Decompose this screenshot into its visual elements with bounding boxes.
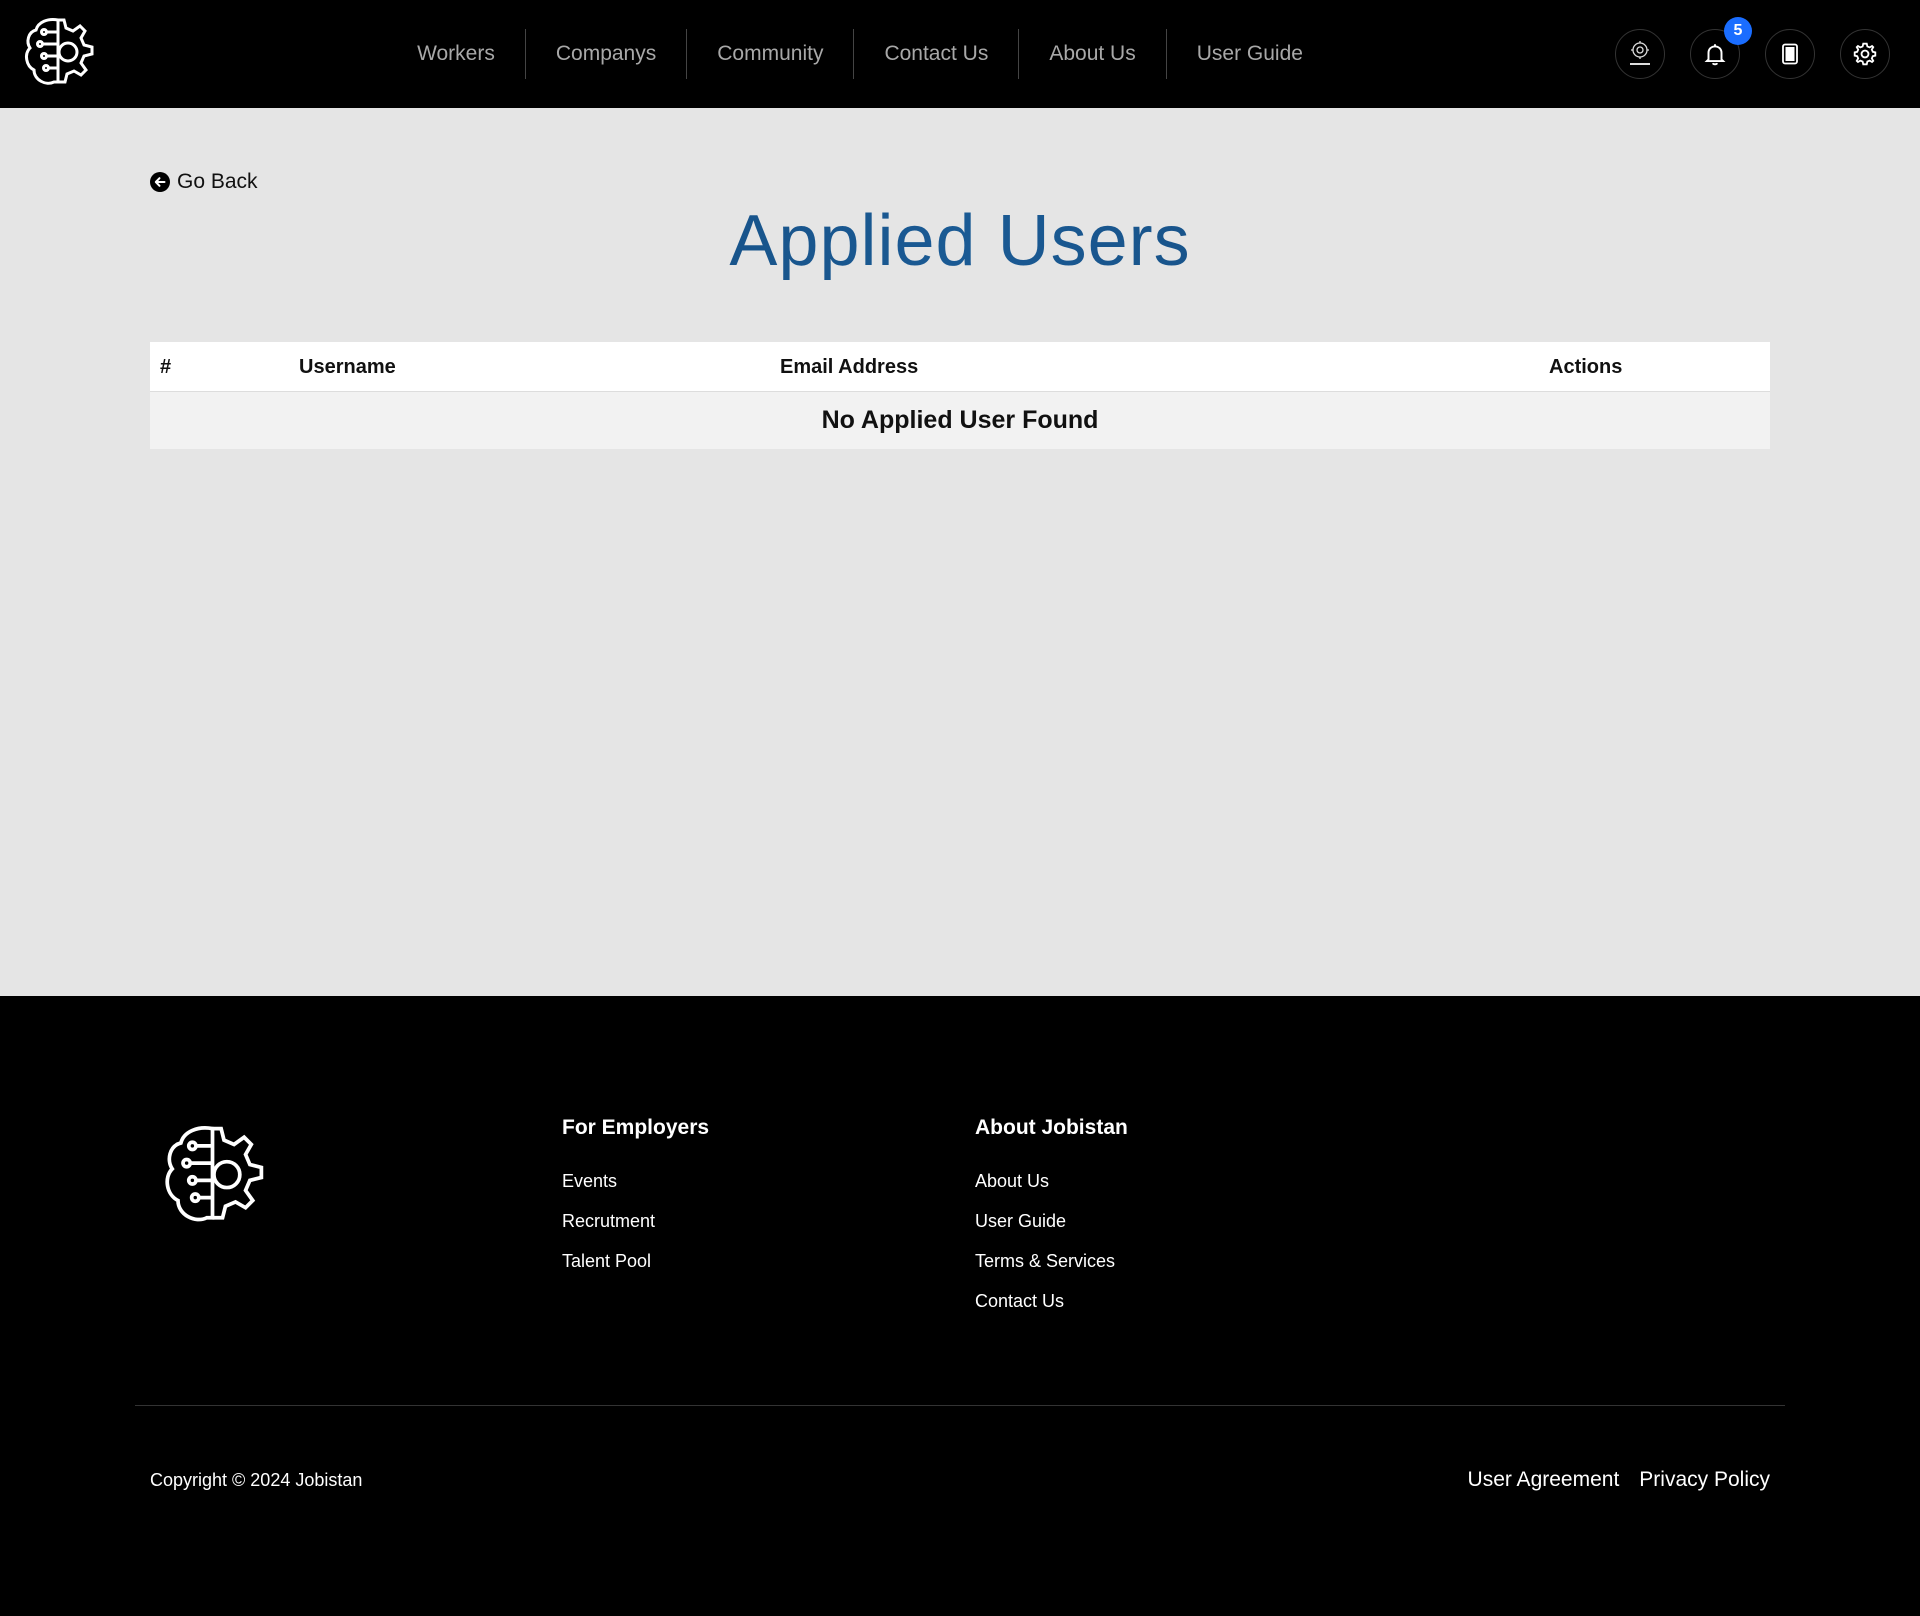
- copyright-text: Copyright © 2024 Jobistan: [150, 1470, 363, 1490]
- footer-divider: [135, 1405, 1785, 1406]
- footer-link-user-guide[interactable]: User Guide: [975, 1210, 1128, 1233]
- table-header-row: # Username Email Address Actions: [150, 342, 1770, 392]
- go-back-label: Go Back: [177, 170, 258, 193]
- nav-user-guide[interactable]: User Guide: [1167, 29, 1333, 79]
- column-header-actions: Actions: [1549, 356, 1623, 378]
- notification-count-badge: 5: [1724, 17, 1752, 45]
- go-back-link[interactable]: Go Back: [150, 170, 258, 194]
- nav-community[interactable]: Community: [687, 29, 855, 79]
- footer-employers-column: For Employers Events Recrutment Talent P…: [562, 1116, 709, 1290]
- bell-icon: [1704, 44, 1726, 66]
- settings-button[interactable]: [1840, 29, 1890, 79]
- column-header-email: Email Address: [780, 356, 919, 378]
- footer-about-column: About Jobistan About Us User Guide Terms…: [975, 1116, 1128, 1330]
- footer-link-recrutment[interactable]: Recrutment: [562, 1210, 709, 1233]
- footer-link-contact-us[interactable]: Contact Us: [975, 1290, 1128, 1313]
- nav-contact-us[interactable]: Contact Us: [854, 29, 1020, 79]
- gear-icon: [1853, 42, 1877, 66]
- column-header-number: #: [160, 356, 172, 378]
- footer-legal-links: User Agreement Privacy Policy: [1468, 1468, 1770, 1492]
- footer-about-heading: About Jobistan: [975, 1116, 1128, 1139]
- empty-table-message: No Applied User Found: [150, 392, 1770, 449]
- footer-brain-gear-logo-icon[interactable]: [155, 1120, 270, 1235]
- column-header-username: Username: [299, 356, 396, 378]
- footer-employers-heading: For Employers: [562, 1116, 710, 1139]
- site-footer: For Employers Events Recrutment Talent P…: [0, 996, 1920, 1616]
- privacy-policy-link[interactable]: Privacy Policy: [1639, 1468, 1770, 1492]
- nav-companys[interactable]: Companys: [526, 29, 688, 79]
- calculator-icon: [1782, 43, 1798, 65]
- page-title: Applied Users: [0, 200, 1920, 282]
- notification-bell-button[interactable]: 5: [1690, 17, 1752, 79]
- footer-link-terms[interactable]: Terms & Services: [975, 1250, 1128, 1273]
- footer-link-about-us[interactable]: About Us: [975, 1170, 1128, 1193]
- header-actions: 5: [1615, 17, 1890, 79]
- top-header: Workers Companys Community Contact Us Ab…: [0, 0, 1920, 108]
- nav-about-us[interactable]: About Us: [1019, 29, 1167, 79]
- footer-link-talent-pool[interactable]: Talent Pool: [562, 1250, 709, 1273]
- calculator-button[interactable]: [1765, 29, 1815, 79]
- footer-link-events[interactable]: Events: [562, 1170, 709, 1193]
- arrow-left-circle-icon: [150, 172, 170, 192]
- main-content: Go Back Applied Users # Username Email A…: [0, 108, 1920, 996]
- nav-workers[interactable]: Workers: [387, 29, 526, 79]
- applied-users-table: # Username Email Address Actions No Appl…: [150, 342, 1770, 449]
- user-agreement-link[interactable]: User Agreement: [1468, 1468, 1620, 1492]
- avatar[interactable]: [1615, 29, 1665, 79]
